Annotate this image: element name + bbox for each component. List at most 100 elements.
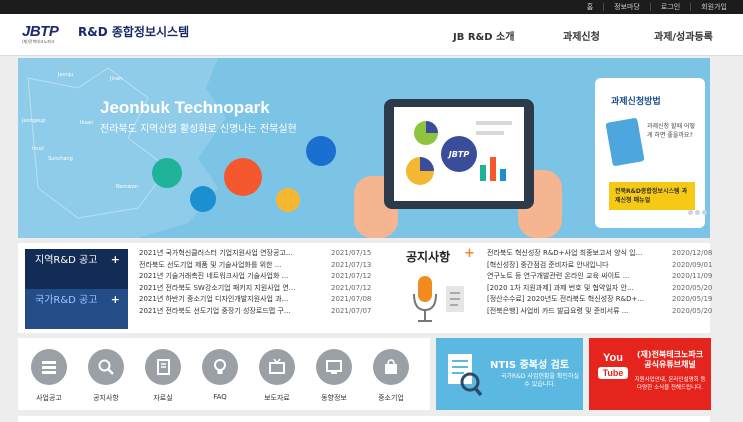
- card-bubble-icon: [306, 136, 336, 166]
- map-label-sunchang: Sunchang: [48, 156, 73, 162]
- jbtp-logo-mark: JBTP (재)전북테크노파크: [22, 24, 72, 45]
- youtube-banner[interactable]: You Tube (재)전북테크노파크 공식유튜브채널 지원사업안내, 온라인설…: [589, 338, 711, 410]
- item-date: 2020/09/01: [672, 260, 713, 269]
- monitor-icon: [316, 349, 352, 385]
- list-item[interactable]: [전북은행] 사업비 카드 발급요령 및 준비서류 ... 2020/05/20: [487, 306, 712, 318]
- item-title[interactable]: 전라북도 선도기업 제품 및 기술사업화를 위한 ...: [139, 260, 327, 272]
- notice-header: 공지사항 +: [402, 246, 482, 330]
- list-item[interactable]: [2020 1차 지원과제] 과제 번호 및 협약일자 안... 2020/05/…: [487, 283, 712, 295]
- tab-national-rnd[interactable]: 국가R&D 공고 +: [25, 289, 128, 329]
- ntis-banner[interactable]: NTIS 중복성 검토 국가R&D 사업현황을 확인하실 수 있습니다.: [436, 338, 583, 410]
- info-link[interactable]: 정보마당: [603, 3, 650, 11]
- manual-card-label: 전북R&D종합정보시스템 과제신청 매뉴얼: [609, 182, 695, 210]
- announcement-tabs: 지역R&D 공고 + 국가R&D 공고 +: [25, 249, 128, 329]
- document-bubble-icon: [152, 158, 182, 188]
- tab-regional-rnd[interactable]: 지역R&D 공고 +: [25, 249, 128, 289]
- shortcut-label: 자료실: [153, 394, 173, 402]
- map-label-jeonju: Jeonju: [57, 72, 73, 78]
- document-search-icon: [448, 354, 483, 397]
- list-item[interactable]: 전라북도 선도기업 제품 및 기술사업화를 위한 ... 2021/07/13: [139, 260, 371, 272]
- item-title[interactable]: [2020 1차 지원과제] 과제 번호 및 협약일자 안...: [487, 283, 663, 295]
- notice-list: 전라북도 혁신성장 R&D+사업 최종보고서 양식 입... 2020/12/08…: [487, 248, 712, 317]
- list-item[interactable]: [정산수수료] 2020년도 전라북도 혁신성장 R&D+... 2020/05/…: [487, 294, 712, 306]
- list-item[interactable]: 2021년 하반기 중소기업 디자인개발지원사업 과... 2021/07/08: [139, 294, 371, 306]
- login-link[interactable]: 로그인: [649, 3, 690, 11]
- utility-bar: 홈 정보마당 로그인 회원가입: [0, 0, 743, 14]
- hero-title: Jeonbuk Technopark: [100, 98, 270, 117]
- lightbulb-icon: [202, 349, 238, 385]
- shortcut-faq[interactable]: FAQ: [195, 349, 245, 401]
- shortcut-label: 공지사항: [93, 394, 119, 402]
- item-title[interactable]: 2021년 하반기 중소기업 디자인개발지원사업 과...: [139, 294, 327, 306]
- map-label-iksan: Iksan: [80, 120, 93, 126]
- item-date: 2021/07/08: [331, 295, 372, 303]
- slider-dot[interactable]: [702, 210, 707, 215]
- microphone-icon: [413, 276, 464, 322]
- logo-sub: (재)전북테크노파크: [22, 39, 55, 44]
- item-title[interactable]: [혁신성장] 중간점검 준비자료 안내입니다: [487, 260, 663, 272]
- list-item[interactable]: 2021년 전라북도 선도기업 중장기 성장로드맵 구... 2021/07/07: [139, 306, 371, 318]
- quick-links: 사업공고 공지사항 자료실 FAQ 보도자료 동향정보 중소기업: [18, 338, 430, 410]
- youtube-logo-tube: Tube: [598, 367, 628, 379]
- footer-strip: [18, 416, 710, 422]
- item-date: 2021/07/13: [331, 260, 372, 269]
- signup-link[interactable]: 회원가입: [690, 3, 737, 11]
- shortcut-library[interactable]: 자료실: [138, 349, 188, 403]
- plus-icon[interactable]: +: [111, 294, 120, 305]
- item-title[interactable]: 2021년 전라북도 SW강소기업 패키지 지원사업 연...: [139, 283, 327, 295]
- nav-register[interactable]: 과제/성과등록: [654, 28, 713, 43]
- regional-announcement-list: 2021년 국가혁신클러스터 기업지원사업 연장공고... 2021/07/15 …: [139, 248, 371, 317]
- chart-bubble-icon: [224, 158, 262, 196]
- shortcut-business-notice[interactable]: 사업공고: [24, 349, 74, 403]
- item-title[interactable]: [전북은행] 사업비 카드 발급요령 및 준비서류 ...: [487, 306, 663, 318]
- ntis-title: NTIS 중복성 검토: [490, 360, 570, 371]
- slider-dot[interactable]: [695, 210, 700, 215]
- site-header: JBTP (재)전북테크노파크 R&D 종합정보시스템 JB R&D 소개 과제…: [0, 14, 743, 56]
- item-date: 2020/11/09: [672, 272, 713, 280]
- home-link[interactable]: 홈: [577, 3, 603, 11]
- shortcut-label: 보도자료: [264, 394, 290, 402]
- item-title[interactable]: [정산수수료] 2020년도 전라북도 혁신성장 R&D+...: [487, 294, 663, 306]
- shortcut-notice[interactable]: 공지사항: [81, 349, 131, 403]
- item-date: 2021/07/15: [331, 249, 372, 257]
- shortcut-press[interactable]: 보도자료: [252, 349, 302, 403]
- manual-card[interactable]: 과제신청방법 과제신청 할때 어떻게 하면 좋을까요? 전북R&D종합정보시스템…: [595, 78, 705, 228]
- bag-icon: [373, 349, 409, 385]
- item-title[interactable]: 2021년 국가혁신클러스터 기업지원사업 연장공고...: [139, 248, 327, 260]
- item-date: 2020/05/20: [672, 283, 713, 292]
- plus-icon[interactable]: +: [464, 246, 475, 261]
- item-title[interactable]: 2021년 기술거래촉진 네트워크사업 기술사업화 ...: [139, 271, 327, 283]
- map-label-jinan: Jinan: [109, 76, 122, 82]
- list-item[interactable]: 2021년 전라북도 SW강소기업 패키지 지원사업 연... 2021/07/1…: [139, 283, 371, 295]
- map-label-namwon: Namwon: [116, 184, 138, 190]
- item-title[interactable]: 연구노트 등 연구개발관련 온라인 교육 싸이트 ...: [487, 271, 663, 283]
- nav-intro[interactable]: JB R&D 소개: [453, 28, 514, 43]
- list-item[interactable]: 2021년 국가혁신클러스터 기업지원사업 연장공고... 2021/07/15: [139, 248, 371, 260]
- news-section: 지역R&D 공고 + 국가R&D 공고 + 2021년 국가혁신클러스터 기업지…: [18, 243, 712, 333]
- shortcut-sme[interactable]: 중소기업: [366, 349, 416, 403]
- list-item[interactable]: 전라북도 혁신성장 R&D+사업 최종보고서 양식 입... 2020/12/08: [487, 248, 712, 260]
- hero-banner: Jeonju Jinan Iksan Jeongeup Imsil Namwon…: [18, 58, 710, 238]
- youtube-logo: You Tube: [598, 352, 628, 379]
- slider-dots[interactable]: [688, 208, 709, 217]
- plus-icon[interactable]: +: [111, 254, 120, 265]
- tablet-logo: JBTP: [441, 136, 477, 172]
- target-bubble-icon: [276, 188, 300, 212]
- site-logo[interactable]: JBTP (재)전북테크노파크 R&D 종합정보시스템: [22, 24, 189, 45]
- shortcut-label: 중소기업: [378, 394, 404, 402]
- list-item[interactable]: [혁신성장] 중간점검 준비자료 안내입니다 2020/09/01: [487, 260, 712, 272]
- item-date: 2021/07/12: [331, 283, 372, 292]
- list-item[interactable]: 연구노트 등 연구개발관련 온라인 교육 싸이트 ... 2020/11/09: [487, 271, 712, 283]
- youtube-desc: 지원사업안내, 온라인설명회 등 다양한 소식을 전해드립니다.: [634, 377, 706, 391]
- item-title[interactable]: 2021년 전라북도 선도기업 중장기 성장로드맵 구...: [139, 306, 327, 318]
- slider-dot[interactable]: [688, 210, 693, 215]
- shortcut-trend[interactable]: 동향정보: [309, 349, 359, 403]
- youtube-title: (재)전북테크노파크 공식유튜브채널: [636, 350, 704, 369]
- notice-title: 공지사항: [406, 250, 451, 264]
- utility-links: 홈 정보마당 로그인 회원가입: [577, 0, 737, 14]
- item-title[interactable]: 전라북도 혁신성장 R&D+사업 최종보고서 양식 입...: [487, 248, 663, 260]
- tablet-graphic: JBTP: [384, 99, 534, 209]
- nav-apply[interactable]: 과제신청: [563, 28, 600, 43]
- list-item[interactable]: 2021년 기술거래촉진 네트워크사업 기술사업화 ... 2021/07/12: [139, 271, 371, 283]
- hero-subtitle: 전라북도 지역산업 활성화로 신명나는 전북실현: [100, 124, 297, 135]
